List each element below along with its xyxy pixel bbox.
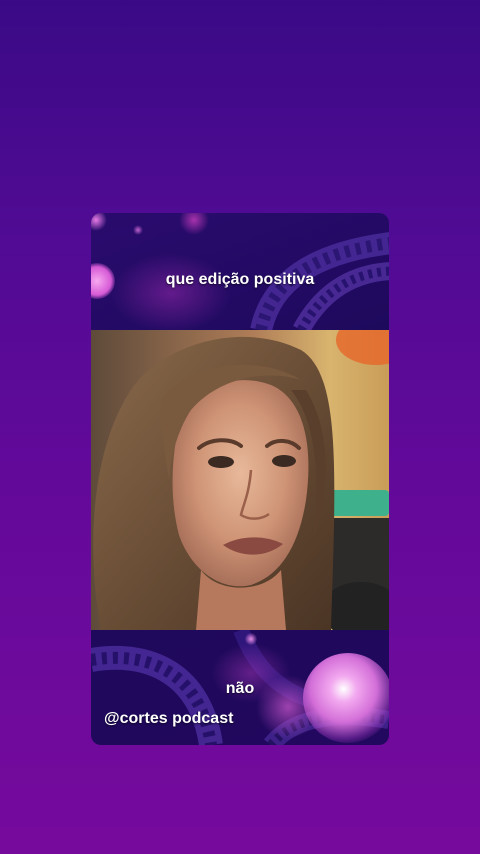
bokeh-light-center xyxy=(111,253,231,333)
bokeh-light-dot xyxy=(245,633,257,645)
caption-top: que edição positiva xyxy=(165,271,315,288)
bokeh-light-top-mid xyxy=(179,213,209,235)
channel-handle: @cortes podcast xyxy=(104,710,234,727)
bokeh-light-large xyxy=(303,653,389,743)
video-card[interactable]: que edição positiva não @cortes podcast xyxy=(91,213,389,745)
bokeh-light-small xyxy=(133,225,143,235)
speaker-video-frame-image xyxy=(91,330,389,630)
caption-bottom: não xyxy=(225,680,255,697)
video-frame[interactable] xyxy=(91,330,389,630)
bokeh-light-top-left xyxy=(91,213,107,231)
